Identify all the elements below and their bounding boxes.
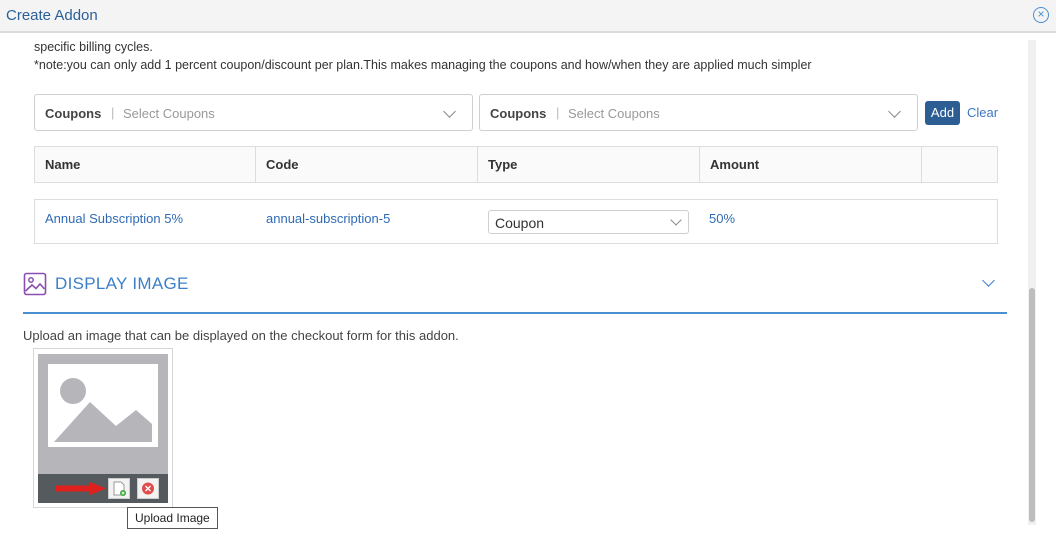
coupon-name[interactable]: Annual Subscription 5% — [45, 211, 183, 226]
close-circle-icon[interactable]: × — [1033, 7, 1049, 23]
chevron-down-icon — [670, 214, 682, 226]
column-header-actions — [922, 147, 997, 182]
chevron-down-icon — [443, 105, 456, 118]
clear-button[interactable]: Clear — [967, 105, 998, 120]
column-header-code: Code — [256, 147, 478, 182]
coupon-select-2[interactable]: Coupons | Select Coupons — [479, 94, 918, 131]
remove-image-button[interactable] — [137, 478, 159, 499]
upload-image-button[interactable] — [108, 478, 130, 499]
coupon-select-label: Coupons — [45, 106, 102, 121]
coupon-select-label: Coupons — [490, 106, 547, 121]
coupon-code[interactable]: annual-subscription-5 — [266, 211, 390, 226]
chevron-down-icon — [888, 105, 901, 118]
chevron-down-icon[interactable] — [982, 274, 995, 287]
remove-icon — [142, 482, 154, 495]
column-header-name: Name — [35, 147, 256, 182]
coupon-amount[interactable]: 50% — [709, 211, 735, 226]
coupon-type-select[interactable]: Coupon — [488, 210, 689, 234]
coupon-table-header: Name Code Type Amount — [34, 146, 998, 183]
image-icon — [23, 272, 47, 296]
dialog-titlebar: Create Addon × — [0, 0, 1056, 33]
table-row: Annual Subscription 5% annual-subscripti… — [34, 199, 998, 244]
column-header-type: Type — [478, 147, 700, 182]
coupon-select-separator: | — [556, 105, 560, 120]
coupon-select-placeholder: Select Coupons — [123, 106, 215, 121]
coupon-type-value: Coupon — [495, 215, 545, 231]
image-placeholder-icon — [48, 364, 158, 447]
add-coupon-button[interactable]: Add — [925, 101, 960, 125]
scrollbar-thumb[interactable] — [1029, 288, 1035, 522]
display-image-section-header[interactable]: DISPLAY IMAGE — [23, 270, 1007, 314]
coupon-select-separator: | — [111, 105, 115, 120]
image-toolbar — [38, 474, 168, 503]
column-header-amount: Amount — [700, 147, 922, 182]
red-arrow-icon — [56, 482, 106, 495]
section-title: DISPLAY IMAGE — [55, 274, 189, 293]
coupon-select-placeholder: Select Coupons — [568, 106, 660, 121]
image-placeholder — [38, 354, 168, 475]
dialog-title: Create Addon — [6, 7, 98, 24]
image-upload-widget — [33, 348, 173, 508]
upload-file-icon — [113, 481, 126, 496]
display-image-description: Upload an image that can be displayed on… — [23, 328, 459, 343]
note-line-2: *note:you can only add 1 percent coupon/… — [34, 58, 812, 72]
coupon-select-1[interactable]: Coupons | Select Coupons — [34, 94, 473, 131]
note-line-1: specific billing cycles. — [34, 40, 153, 54]
upload-image-tooltip: Upload Image — [127, 507, 218, 529]
